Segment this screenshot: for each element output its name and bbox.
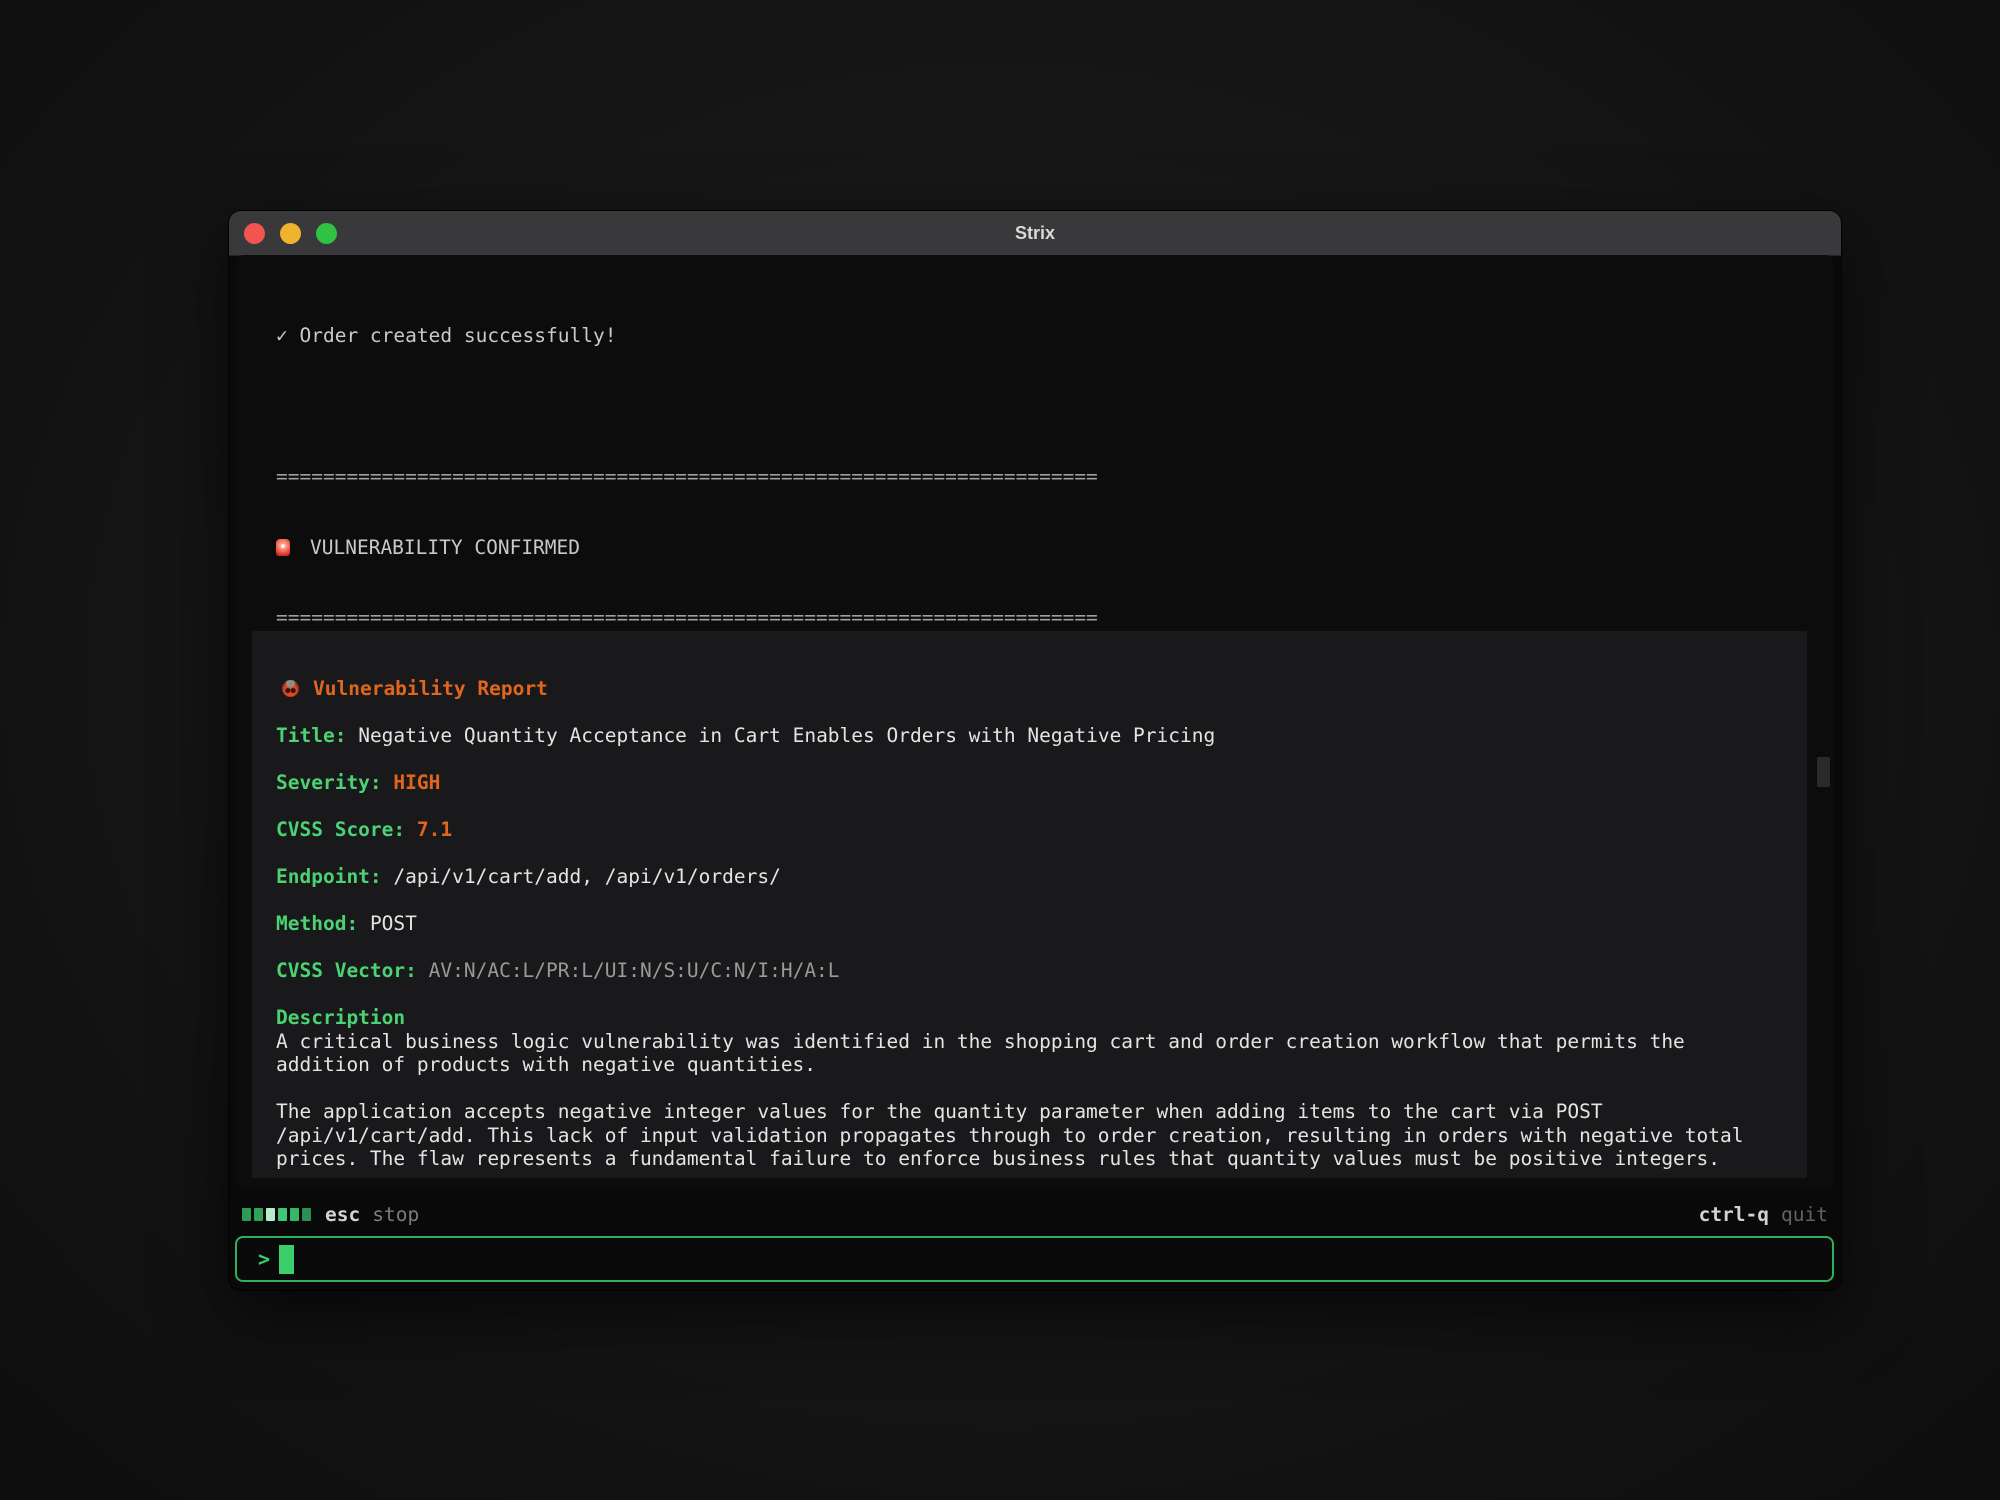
description-heading: Description	[276, 1006, 1783, 1030]
siren-icon	[276, 539, 290, 556]
severity-badge: HIGH	[393, 771, 440, 794]
minimize-button[interactable]	[280, 223, 301, 244]
traffic-lights	[244, 223, 337, 244]
vulnerability-confirmed-label: VULNERABILITY CONFIRMED	[310, 536, 580, 560]
ctrl-q-key-label: ctrl-q	[1699, 1203, 1769, 1226]
report-field-method: Method: POST	[276, 912, 1783, 936]
report-field-endpoint: Endpoint: /api/v1/cart/add, /api/v1/orde…	[276, 865, 1783, 889]
vulnerability-report-panel: Vulnerability Report Title: Negative Qua…	[252, 631, 1807, 1178]
vulnerability-confirmed-banner: VULNERABILITY CONFIRMED	[276, 536, 1834, 560]
text-cursor	[279, 1245, 294, 1274]
app-window: Strix ✓ Order created successfully! ====…	[229, 211, 1841, 1290]
report-field-cvss-vector: CVSS Vector: AV:N/AC:L/PR:L/UI:N/S:U/C:N…	[276, 959, 1783, 983]
description-paragraph-2: The application accepts negative integer…	[276, 1100, 1783, 1171]
report-field-severity: Severity: HIGH	[276, 771, 1783, 795]
window-title: Strix	[1015, 223, 1055, 244]
status-bar: esc stop ctrl-q quit	[236, 1200, 1834, 1228]
order-success-message: ✓ Order created successfully!	[276, 324, 1834, 348]
scrollbar-thumb[interactable]	[1817, 757, 1830, 787]
stop-hint[interactable]: esc stop	[236, 1203, 425, 1226]
report-field-cvss-score: CVSS Score: 7.1	[276, 818, 1783, 842]
report-field-title: Title: Negative Quantity Acceptance in C…	[276, 724, 1783, 748]
separator-line: ========================================…	[276, 465, 1834, 489]
terminal-viewport: ✓ Order created successfully! ==========…	[236, 255, 1834, 1188]
input-prompt: >	[258, 1247, 270, 1271]
title-bar[interactable]: Strix	[229, 211, 1841, 256]
quit-action-label: quit	[1781, 1203, 1828, 1226]
zoom-button[interactable]	[316, 223, 337, 244]
quit-hint[interactable]: ctrl-q quit	[1693, 1203, 1834, 1226]
command-input[interactable]: >	[235, 1236, 1834, 1282]
esc-key-label: esc	[325, 1203, 360, 1226]
report-header-label: Vulnerability Report	[313, 677, 548, 701]
stop-action-label: stop	[372, 1203, 419, 1226]
report-header: Vulnerability Report	[282, 677, 1783, 701]
bug-icon	[282, 680, 299, 697]
cvss-score-value: 7.1	[417, 818, 452, 841]
description-paragraph-1: A critical business logic vulnerability …	[276, 1030, 1783, 1077]
close-button[interactable]	[244, 223, 265, 244]
separator-line: ========================================…	[276, 606, 1834, 630]
activity-spinner	[242, 1208, 311, 1221]
